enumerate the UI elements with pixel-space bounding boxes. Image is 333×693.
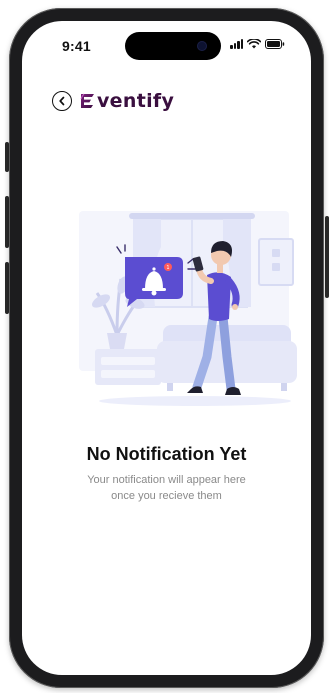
screen: 9:41 ventify 1 No Notification Yet Your … [22,21,311,675]
back-button[interactable] [52,91,72,111]
status-time: 9:41 [62,38,91,54]
camera-lens [197,41,207,51]
chevron-left-icon [59,96,65,106]
app-logo: ventify [78,89,174,113]
empty-state-description-line: Your notification will appear here [87,474,246,486]
status-bar: 9:41 [22,21,311,65]
phone-frame: 9:41 ventify 1 No Notification Yet Your … [9,8,324,688]
device-mockup: 9:41 ventify 1 No Notification Yet Your … [0,0,333,693]
logo-e-mark [78,92,96,110]
signal-icon [230,39,243,49]
empty-state-description-line: once you recieve them [111,490,222,502]
app-name: ventify [97,89,175,112]
battery-icon [265,39,285,49]
empty-state-description: Your notification will appear here once … [72,472,261,504]
app-header: ventify [52,89,174,113]
dynamic-island [125,32,221,60]
power-button [325,216,329,298]
status-icons [230,39,285,49]
empty-state-title: No Notification Yet [86,444,247,464]
empty-notification-illustration: 1 [67,207,297,407]
wifi-icon [247,39,261,49]
svg-text:1: 1 [166,265,169,271]
